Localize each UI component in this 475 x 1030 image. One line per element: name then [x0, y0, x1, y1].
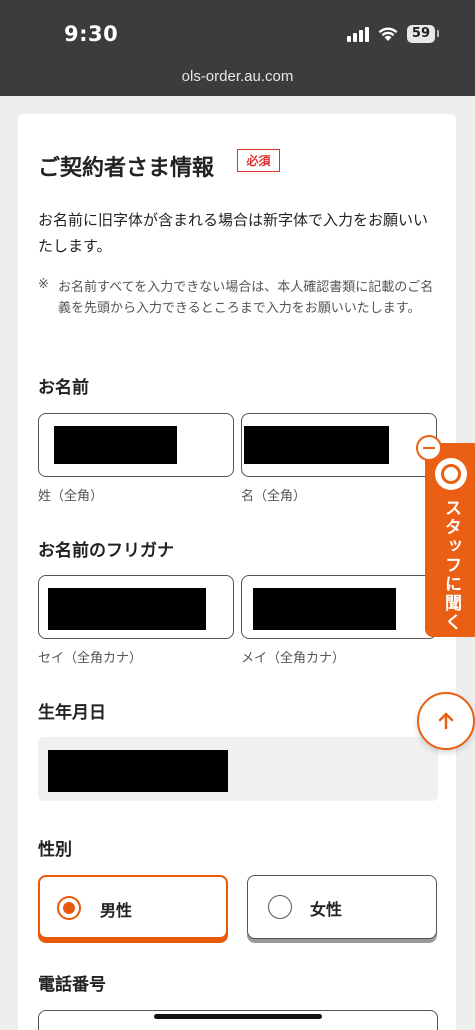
first-name-kana-sublabel: メイ（全角カナ） — [241, 651, 346, 666]
radio-unselected-icon — [268, 895, 292, 919]
gender-label: 性別 — [38, 840, 72, 860]
required-badge: 必須 — [237, 149, 280, 172]
redacted-value — [54, 426, 177, 464]
note-mark: ※ — [38, 277, 49, 292]
section-title: ご契約者さま情報 — [38, 156, 215, 181]
birthdate-field[interactable] — [38, 737, 438, 801]
phone-label: 電話番号 — [38, 975, 106, 995]
status-time: 9:30 — [64, 22, 119, 46]
first-name-input[interactable] — [241, 413, 437, 477]
last-name-kana-input[interactable] — [38, 575, 234, 639]
arrow-up-icon — [438, 712, 454, 730]
url-bar[interactable]: ols-order.au.com — [0, 68, 475, 85]
last-name-kana-sublabel: セイ（全角カナ） — [38, 651, 143, 666]
wifi-icon — [378, 27, 398, 41]
minus-icon[interactable] — [416, 435, 442, 461]
furigana-label: お名前のフリガナ — [38, 541, 174, 561]
name-label: お名前 — [38, 378, 89, 398]
ask-staff-label: スタッフに聞く — [441, 499, 461, 632]
first-name-kana-input[interactable] — [241, 575, 437, 639]
redacted-value — [48, 588, 206, 630]
battery-icon: 59 — [406, 25, 440, 43]
gender-option-label: 男性 — [100, 901, 133, 920]
status-icons: 59 — [346, 25, 440, 43]
redacted-value — [48, 750, 228, 792]
gender-option-label: 女性 — [310, 900, 343, 919]
redacted-value — [253, 588, 396, 630]
signal-icon — [346, 26, 369, 42]
ask-staff-tab[interactable]: スタッフに聞く — [425, 443, 475, 637]
gender-option-male[interactable]: 男性 — [38, 875, 228, 939]
last-name-sublabel: 姓（全角） — [38, 489, 104, 504]
last-name-input[interactable] — [38, 413, 234, 477]
status-bar: 9:30 59 ols-order.au.com — [0, 0, 475, 96]
home-indicator — [154, 1014, 322, 1019]
note-text: お名前すべてを入力できない場合は、本人確認書類に記載のご名義を先頭から入力できる… — [58, 280, 434, 316]
radio-selected-icon — [57, 896, 81, 920]
birthdate-label: 生年月日 — [38, 703, 106, 723]
operator-icon — [435, 458, 467, 490]
scroll-top-button[interactable] — [417, 692, 475, 750]
first-name-sublabel: 名（全角） — [241, 489, 307, 504]
intro-text: お名前に旧字体が含まれる場合は新字体で入力をお願いいたします。 — [38, 211, 429, 255]
redacted-value — [244, 426, 389, 464]
gender-option-female[interactable]: 女性 — [247, 875, 437, 939]
phone-input[interactable] — [38, 1010, 438, 1030]
